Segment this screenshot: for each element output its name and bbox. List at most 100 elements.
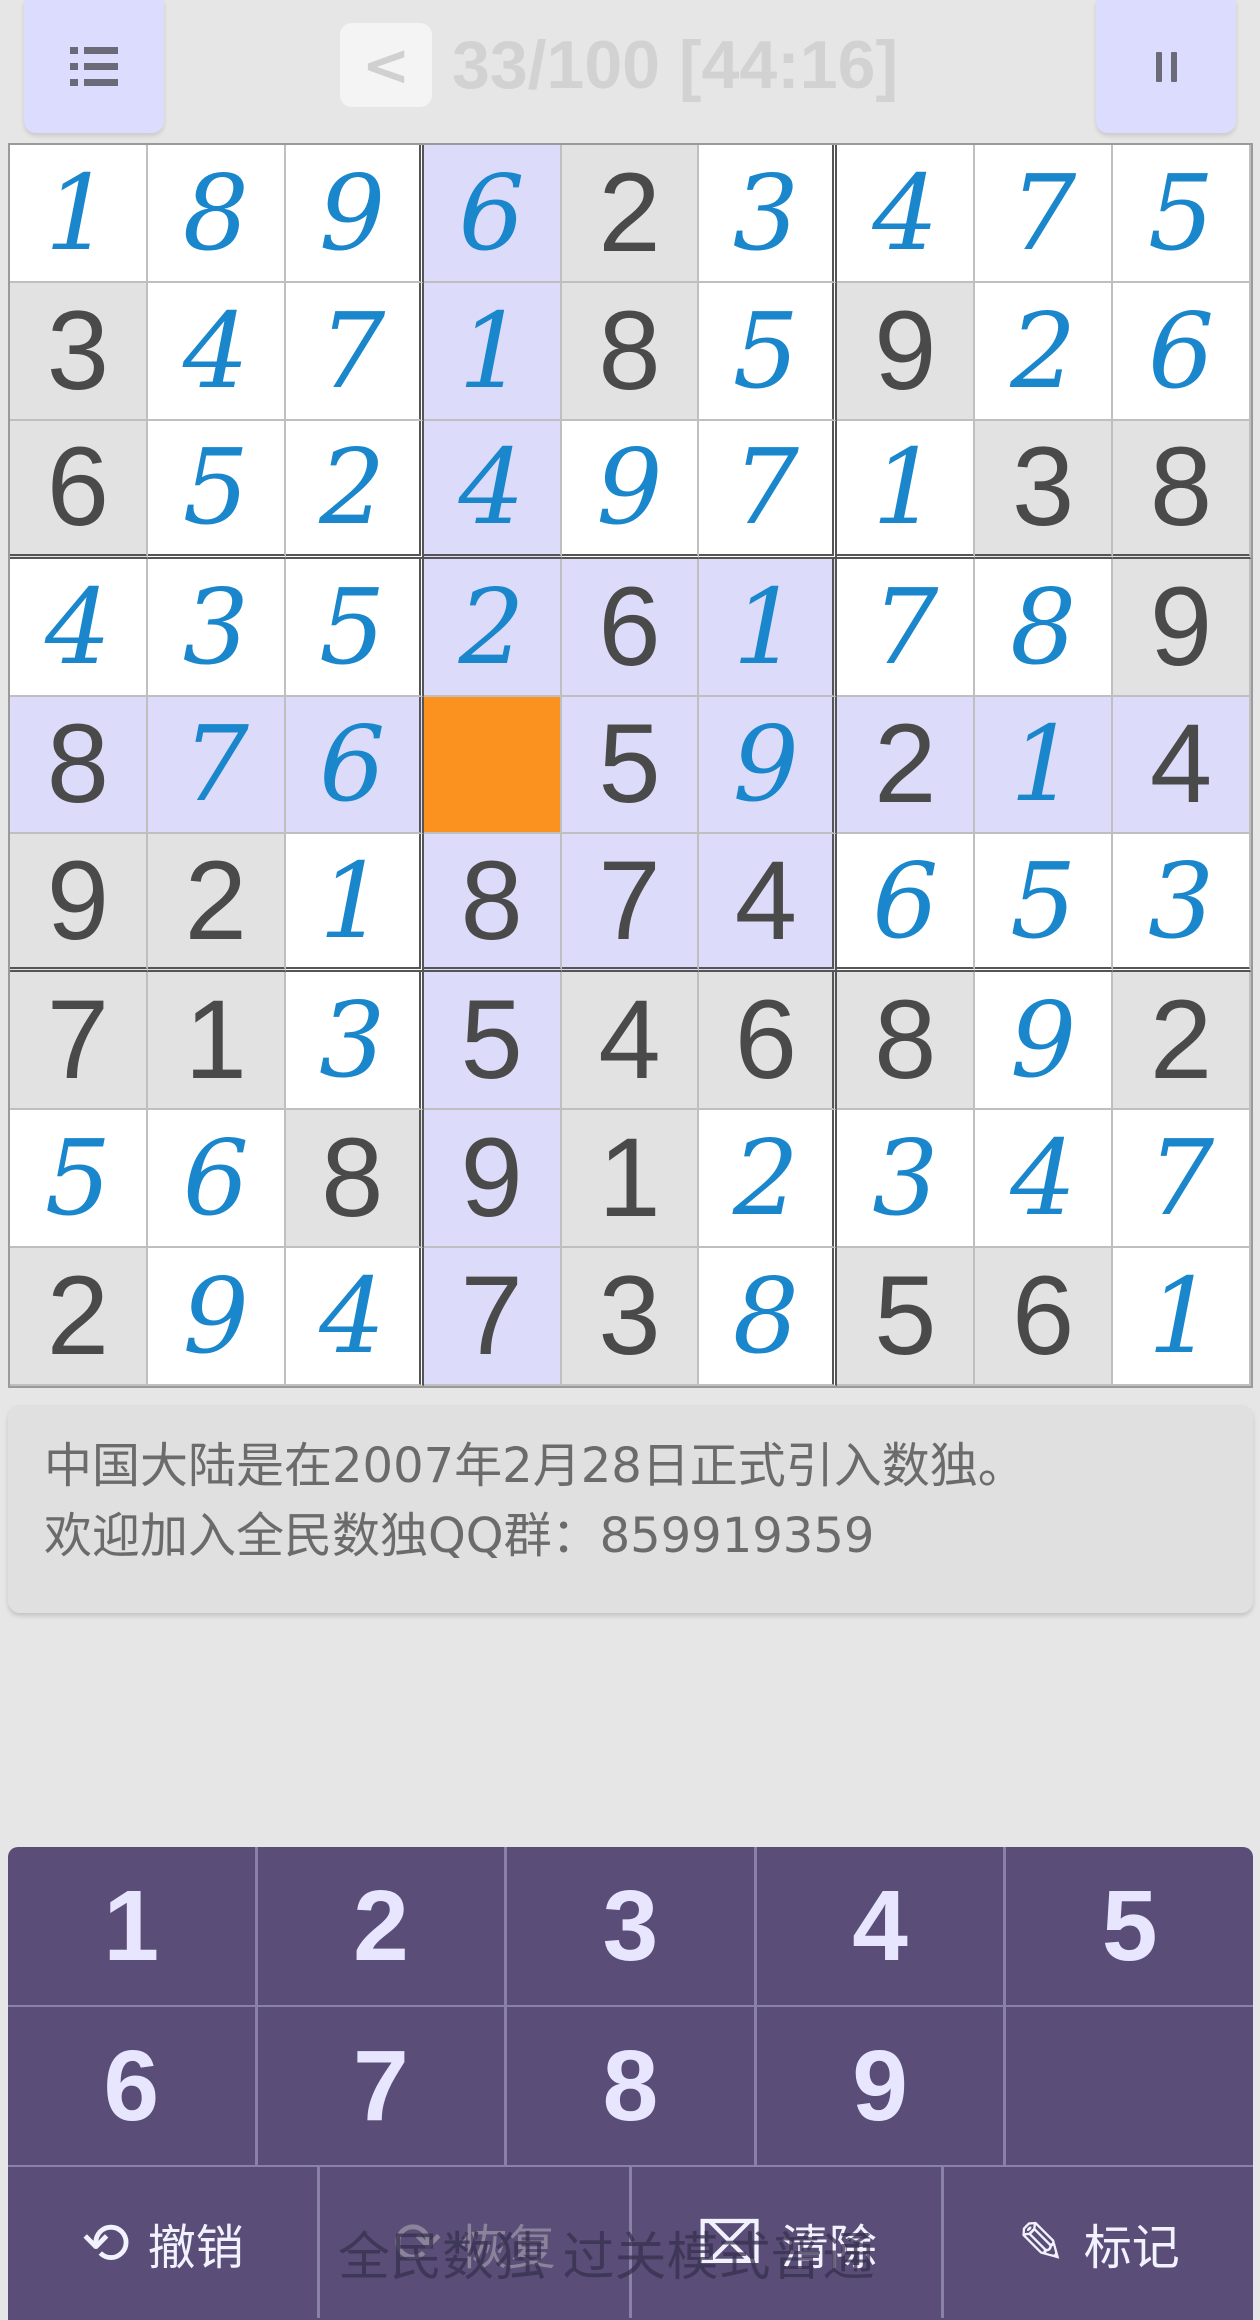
sudoku-cell[interactable]: 9: [837, 282, 976, 421]
sudoku-cell[interactable]: 7: [561, 834, 700, 973]
sudoku-cell[interactable]: 8: [699, 1248, 838, 1386]
sudoku-cell[interactable]: 3: [699, 145, 838, 283]
sudoku-cell[interactable]: 3: [147, 558, 286, 697]
sudoku-cell[interactable]: 7: [1113, 1110, 1251, 1249]
sudoku-cell[interactable]: 4: [147, 282, 286, 421]
sudoku-cell[interactable]: 3: [10, 282, 148, 421]
sudoku-cell[interactable]: 7: [423, 1248, 562, 1386]
sudoku-cell[interactable]: 5: [147, 420, 286, 559]
sudoku-cell[interactable]: 4: [423, 420, 562, 559]
sudoku-cell[interactable]: 7: [10, 972, 148, 1111]
top-bar: < 33/100 [44:16]: [0, 0, 1260, 140]
sudoku-cell[interactable]: 8: [561, 282, 700, 421]
sudoku-cell[interactable]: 2: [147, 834, 286, 973]
sudoku-cell[interactable]: 1: [147, 972, 286, 1111]
sudoku-cell[interactable]: 8: [975, 558, 1114, 697]
sudoku-cell[interactable]: 5: [10, 1110, 148, 1249]
number-key-3[interactable]: 3: [507, 1847, 757, 2005]
sudoku-cell[interactable]: 7: [975, 145, 1114, 283]
sudoku-cell[interactable]: 6: [561, 558, 700, 697]
sudoku-cell[interactable]: 2: [285, 420, 424, 559]
clear-button[interactable]: ⌧ 清除: [632, 2167, 944, 2318]
sudoku-cell[interactable]: 1: [699, 558, 838, 697]
sudoku-cell[interactable]: 6: [423, 145, 562, 283]
number-key-2[interactable]: 2: [258, 1847, 508, 2005]
sudoku-cell[interactable]: 5: [975, 834, 1114, 973]
sudoku-cell[interactable]: 4: [1113, 696, 1251, 835]
sudoku-cell[interactable]: 7: [699, 420, 838, 559]
sudoku-cell[interactable]: 9: [10, 834, 148, 973]
sudoku-cell[interactable]: 3: [285, 972, 424, 1111]
sudoku-cell[interactable]: 2: [423, 558, 562, 697]
sudoku-cell[interactable]: 8: [423, 834, 562, 973]
sudoku-cell[interactable]: 4: [975, 1110, 1114, 1249]
sudoku-cell[interactable]: 1: [561, 1110, 700, 1249]
redo-button[interactable]: ⟳ 恢复: [320, 2167, 632, 2318]
sudoku-cell[interactable]: 4: [561, 972, 700, 1111]
sudoku-cell[interactable]: 1: [837, 420, 976, 559]
sudoku-cell[interactable]: 6: [699, 972, 838, 1111]
sudoku-cell[interactable]: 6: [147, 1110, 286, 1249]
sudoku-cell[interactable]: 6: [975, 1248, 1114, 1386]
sudoku-cell[interactable]: 9: [423, 1110, 562, 1249]
number-key-7[interactable]: 7: [258, 2007, 508, 2165]
sudoku-cell[interactable]: 6: [10, 420, 148, 559]
number-key-6[interactable]: 6: [8, 2007, 258, 2165]
pause-button[interactable]: [1096, 0, 1236, 133]
sudoku-cell[interactable]: 2: [1113, 972, 1251, 1111]
sudoku-cell[interactable]: 8: [147, 145, 286, 283]
number-key-4[interactable]: 4: [757, 1847, 1007, 2005]
sudoku-cell[interactable]: 3: [1113, 834, 1251, 973]
sudoku-cell[interactable]: 8: [837, 972, 976, 1111]
sudoku-cell[interactable]: 9: [1113, 558, 1251, 697]
sudoku-cell[interactable]: 1: [975, 696, 1114, 835]
sudoku-cell[interactable]: 9: [699, 696, 838, 835]
sudoku-cell[interactable]: 7: [147, 696, 286, 835]
sudoku-cell[interactable]: 5: [561, 696, 700, 835]
sudoku-cell[interactable]: 2: [837, 696, 976, 835]
sudoku-cell[interactable]: 9: [285, 145, 424, 283]
sudoku-cell[interactable]: 7: [285, 282, 424, 421]
undo-button[interactable]: ⟲ 撤销: [8, 2167, 320, 2318]
sudoku-cell[interactable]: 9: [561, 420, 700, 559]
sudoku-cell[interactable]: 5: [285, 558, 424, 697]
sudoku-cell[interactable]: 8: [10, 696, 148, 835]
back-button[interactable]: <: [340, 23, 432, 107]
sudoku-cell[interactable]: 3: [975, 420, 1114, 559]
sudoku-cell[interactable]: 6: [285, 696, 424, 835]
sudoku-cell[interactable]: 5: [699, 282, 838, 421]
number-key-9[interactable]: 9: [757, 2007, 1007, 2165]
sudoku-cell[interactable]: 2: [699, 1110, 838, 1249]
sudoku-cell[interactable]: 4: [699, 834, 838, 973]
sudoku-cell[interactable]: 8: [285, 1110, 424, 1249]
sudoku-cell[interactable]: 1: [10, 145, 148, 283]
number-key-5[interactable]: 5: [1006, 1847, 1253, 2005]
sudoku-cell[interactable]: 3: [561, 1248, 700, 1386]
sudoku-cell[interactable]: 6: [1113, 282, 1251, 421]
sudoku-cell[interactable]: 4: [10, 558, 148, 697]
selected-cell[interactable]: [423, 696, 562, 835]
sudoku-cell[interactable]: 6: [837, 834, 976, 973]
menu-button[interactable]: [24, 0, 164, 133]
sudoku-cell[interactable]: 2: [10, 1248, 148, 1386]
number-key-8[interactable]: 8: [507, 2007, 757, 2165]
sudoku-cell[interactable]: 5: [423, 972, 562, 1111]
sudoku-cell[interactable]: 1: [1113, 1248, 1251, 1386]
action-row: ⟲ 撤销 ⟳ 恢复 ⌧ 清除 ✎ 标记: [8, 2167, 1253, 2318]
sudoku-cell[interactable]: 2: [561, 145, 700, 283]
sudoku-cell[interactable]: 1: [285, 834, 424, 973]
sudoku-cell[interactable]: 9: [975, 972, 1114, 1111]
sudoku-cell[interactable]: 3: [837, 1110, 976, 1249]
number-key-1[interactable]: 1: [8, 1847, 258, 2005]
title-area: < 33/100 [44:16]: [340, 20, 898, 110]
sudoku-cell[interactable]: 1: [423, 282, 562, 421]
sudoku-cell[interactable]: 4: [837, 145, 976, 283]
sudoku-cell[interactable]: 5: [837, 1248, 976, 1386]
sudoku-cell[interactable]: 5: [1113, 145, 1251, 283]
sudoku-cell[interactable]: 8: [1113, 420, 1251, 559]
sudoku-cell[interactable]: 9: [147, 1248, 286, 1386]
sudoku-cell[interactable]: 2: [975, 282, 1114, 421]
sudoku-cell[interactable]: 7: [837, 558, 976, 697]
sudoku-cell[interactable]: 4: [285, 1248, 424, 1386]
mark-button[interactable]: ✎ 标记: [944, 2167, 1253, 2318]
